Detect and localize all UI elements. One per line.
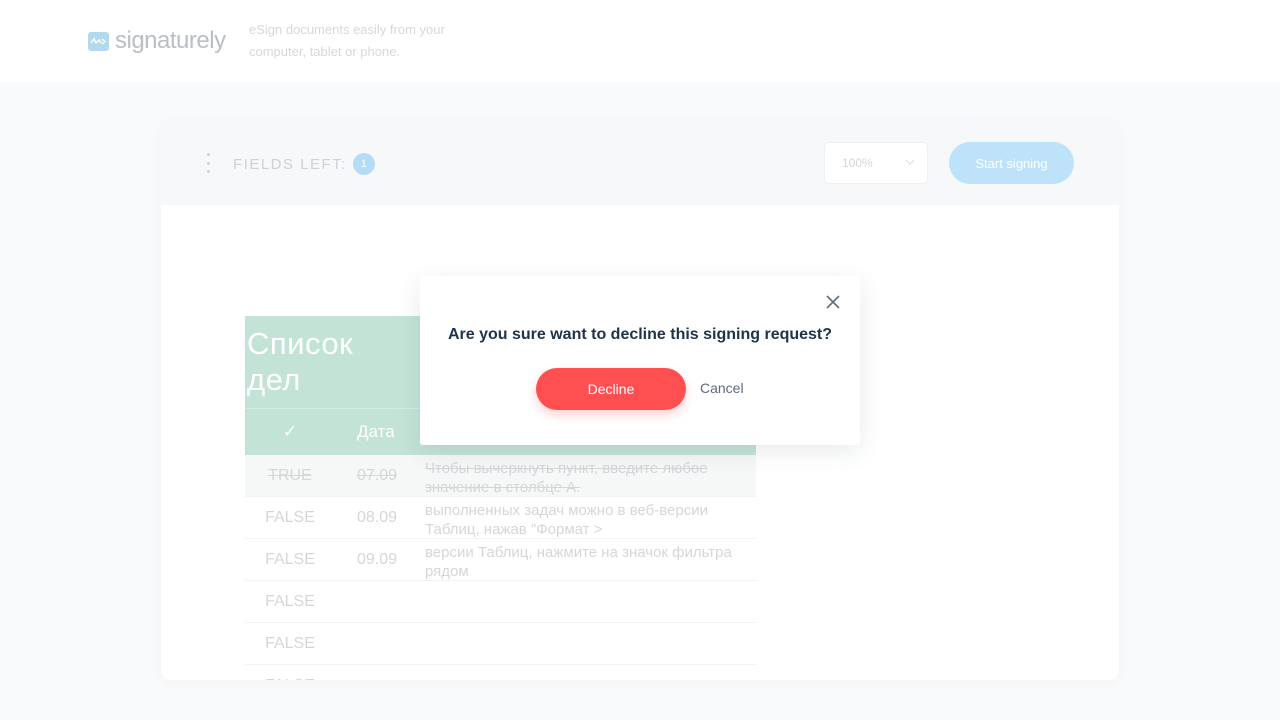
chevron-down-icon (905, 159, 915, 165)
row-date (335, 665, 425, 677)
zoom-value: 100% (842, 156, 873, 170)
document-title-text: Список дел (247, 326, 354, 397)
row-text: выполненных задач можно в веб-версии Таб… (425, 502, 709, 538)
row-date: 09.09 (357, 551, 398, 568)
row-status: FALSE (245, 665, 335, 680)
signaturely-logo[interactable]: signaturely (88, 26, 226, 56)
row-date: 07.09 (357, 467, 398, 484)
fields-left-count-badge: 1 (352, 153, 375, 175)
row-date: 08.09 (357, 509, 398, 526)
header-date: Дата (357, 422, 395, 441)
modal-title: Are you sure want to decline this signin… (447, 326, 833, 343)
table-row: FALSE (245, 581, 756, 623)
cancel-button[interactable]: Cancel (700, 380, 744, 396)
row-text (425, 623, 756, 627)
zoom-select[interactable]: 100% (824, 142, 928, 184)
row-status: FALSE (265, 551, 315, 568)
decline-button[interactable]: Decline (536, 368, 686, 410)
top-header: signaturely eSign documents easily from … (0, 0, 1280, 82)
table-row: FALSE 08.09 выполненных задач можно в ве… (245, 497, 756, 539)
more-options-icon[interactable] (205, 153, 211, 173)
row-date (335, 581, 425, 593)
fields-left-label: FIELDS LEFT: (233, 155, 347, 173)
row-status: FALSE (265, 635, 315, 652)
row-status: TRUE (268, 467, 312, 484)
logo-text: signaturely (115, 27, 226, 54)
logo-mark-icon (88, 31, 109, 51)
table-row: FALSE (245, 665, 756, 680)
start-signing-button[interactable]: Start signing (949, 142, 1074, 184)
tagline: eSign documents easily from your compute… (249, 22, 445, 59)
row-text: Чтобы вычеркнуть пункт, введите любое зн… (425, 460, 708, 496)
signing-toolbar: FIELDS LEFT: 1 100% Start signing (161, 121, 1119, 205)
table-row: FALSE 09.09 версии Таблиц, нажмите на зн… (245, 539, 756, 581)
row-text (425, 581, 756, 585)
row-text: версии Таблиц, нажмите на значок фильтра… (425, 544, 732, 580)
row-date (335, 623, 425, 635)
row-status: FALSE (265, 509, 315, 526)
table-row: FALSE (245, 623, 756, 665)
decline-confirmation-modal: Are you sure want to decline this signin… (420, 276, 860, 445)
row-text (425, 665, 756, 669)
header-check: ✓ (282, 422, 298, 441)
table-row: TRUE 07.09 Чтобы вычеркнуть пункт, введи… (245, 455, 756, 497)
fields-left-indicator: FIELDS LEFT: 1 (233, 153, 375, 175)
row-status: FALSE (265, 593, 315, 610)
close-icon[interactable] (826, 295, 840, 309)
